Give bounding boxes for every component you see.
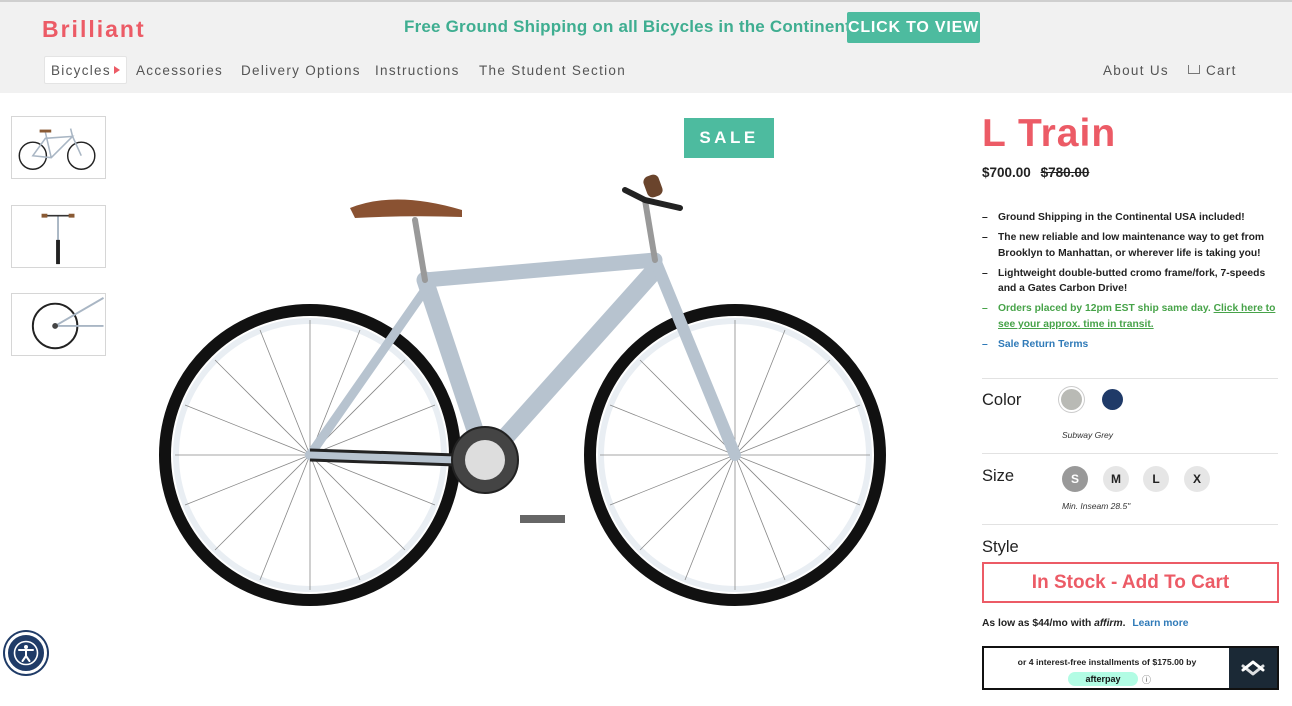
size-inseam-note: Min. Inseam 28.5"	[1062, 501, 1131, 511]
product-features: Ground Shipping in the Continental USA i…	[982, 210, 1282, 357]
pedal	[520, 515, 565, 523]
color-swatch-navy[interactable]	[1102, 389, 1123, 410]
cart-icon	[1188, 64, 1200, 74]
thumbnail-side[interactable]	[11, 116, 106, 179]
grip	[643, 174, 663, 198]
afterpay-logo: afterpay	[1068, 672, 1138, 686]
style-label: Style	[982, 538, 1019, 556]
size-option-l[interactable]: L	[1143, 466, 1169, 492]
affirm-text: As low as $44/mo with	[982, 618, 1092, 629]
affirm-financing: As low as $44/mo with affirm. Learn more	[982, 618, 1189, 629]
afterpay-widget[interactable]: or 4 interest-free installments of $175.…	[982, 646, 1279, 690]
product-price: $700.00 $780.00	[982, 165, 1089, 180]
feature-item: Ground Shipping in the Continental USA i…	[982, 210, 1282, 226]
nav-bicycles[interactable]: Bicycles	[44, 56, 127, 84]
thumbnail-rear[interactable]	[11, 293, 106, 356]
nav-about-us[interactable]: About Us	[1103, 56, 1169, 84]
color-swatch-subway-grey[interactable]	[1061, 389, 1082, 410]
divider	[982, 378, 1278, 379]
crank-center	[465, 440, 505, 480]
promo-text: Free Ground Shipping on all Bicycles in …	[404, 17, 913, 36]
nav-bicycles-label: Bicycles	[51, 62, 111, 78]
feature-item: The new reliable and low maintenance way…	[982, 230, 1282, 261]
afterpay-text: or 4 interest-free installments of $175.…	[1017, 657, 1197, 667]
promo-cta-button[interactable]: CLICK TO VIEW	[847, 12, 980, 43]
selected-color-name: Subway Grey	[1062, 430, 1114, 440]
accessibility-icon[interactable]	[5, 632, 47, 674]
afterpay-arrows-icon	[1229, 648, 1277, 688]
caret-right-icon	[113, 66, 120, 74]
nav-delivery-options[interactable]: Delivery Options	[241, 56, 361, 84]
nav-student-section[interactable]: The Student Section	[479, 56, 626, 84]
brand-logo[interactable]: Brilliant	[42, 16, 146, 43]
return-terms-link[interactable]: Sale Return Terms	[982, 337, 1282, 353]
size-label: Size	[982, 467, 1015, 485]
saddle	[350, 199, 462, 218]
bike-rear-thumbnail-image	[31, 297, 105, 350]
affirm-logo: affirm	[1094, 618, 1123, 629]
color-label: Color	[982, 391, 1022, 409]
product-title: L Train	[982, 112, 1117, 155]
main-nav: Bicycles Accessories Delivery Options In…	[0, 56, 1292, 84]
add-to-cart-button[interactable]: In Stock - Add To Cart	[982, 562, 1279, 603]
bike-thumbnail-image	[18, 128, 96, 171]
nav-accessories[interactable]: Accessories	[136, 56, 223, 84]
size-option-x[interactable]: X	[1184, 466, 1210, 492]
size-option-m[interactable]: M	[1103, 466, 1129, 492]
shipping-note: Orders placed by 12pm EST ship same day.…	[982, 301, 1282, 332]
nav-instructions[interactable]: Instructions	[375, 56, 460, 84]
bike-front-thumbnail-image	[41, 213, 75, 265]
nav-cart-label: Cart	[1206, 62, 1237, 78]
ship-note-text: Orders placed by 12pm EST ship same day.	[998, 303, 1211, 315]
old-price: $780.00	[1040, 165, 1090, 180]
divider	[982, 453, 1278, 454]
size-option-s[interactable]: S	[1062, 466, 1088, 492]
feature-item: Lightweight double-butted cromo frame/fo…	[982, 266, 1282, 297]
current-price: $700.00	[982, 165, 1031, 180]
affirm-learn-more-link[interactable]: Learn more	[1132, 618, 1188, 629]
divider	[982, 524, 1278, 525]
site-header: Brilliant Free Ground Shipping on all Bi…	[0, 0, 1292, 93]
nav-cart[interactable]: Cart	[1188, 56, 1237, 84]
sale-badge: SALE	[684, 118, 774, 158]
thumbnail-front[interactable]	[11, 205, 106, 268]
info-icon[interactable]: ⓘ	[1142, 673, 1151, 686]
product-main-image[interactable]	[150, 160, 950, 610]
